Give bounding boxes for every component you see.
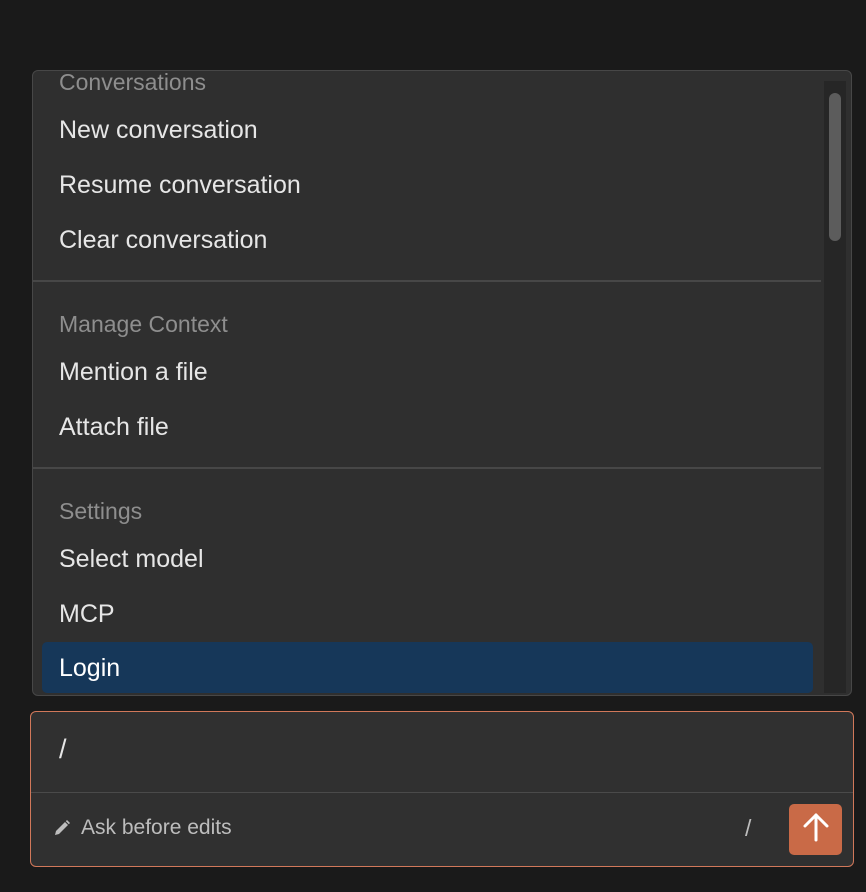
section-header-settings: Settings	[59, 498, 143, 524]
pencil-icon	[53, 819, 71, 837]
section-header-manage-context: Manage Context	[59, 311, 228, 337]
arrow-up-icon	[801, 811, 831, 848]
menu-scrollbar[interactable]	[824, 81, 846, 693]
prompt-input-box: / Ask before edits /	[30, 711, 854, 867]
send-button[interactable]	[789, 804, 842, 855]
section-header-conversations: Conversations	[59, 71, 207, 95]
menu-item-clear-conversation[interactable]: Clear conversation	[33, 213, 821, 268]
edit-mode-label: Ask before edits	[81, 816, 232, 839]
slash-command-menu: Conversations New conversation Resume co…	[32, 70, 852, 696]
menu-item-attach-file[interactable]: Attach file	[33, 400, 821, 455]
menu-content: Conversations New conversation Resume co…	[33, 71, 821, 693]
menu-scrollbar-thumb[interactable]	[829, 93, 841, 241]
menu-item-mcp[interactable]: MCP	[33, 587, 821, 642]
menu-item-select-model[interactable]: Select model	[33, 532, 821, 587]
input-divider	[31, 792, 853, 793]
menu-item-resume-conversation[interactable]: Resume conversation	[33, 158, 821, 213]
slash-command-hint[interactable]: /	[745, 815, 751, 842]
menu-item-mention-file[interactable]: Mention a file	[33, 345, 821, 400]
edit-mode-toggle[interactable]: Ask before edits	[53, 816, 232, 840]
prompt-input[interactable]: /	[59, 734, 67, 765]
menu-scroll-area[interactable]: Conversations New conversation Resume co…	[33, 71, 821, 695]
menu-item-login[interactable]: Login	[42, 642, 813, 693]
menu-divider	[33, 467, 821, 469]
menu-item-new-conversation[interactable]: New conversation	[33, 103, 821, 158]
menu-divider	[33, 280, 821, 282]
